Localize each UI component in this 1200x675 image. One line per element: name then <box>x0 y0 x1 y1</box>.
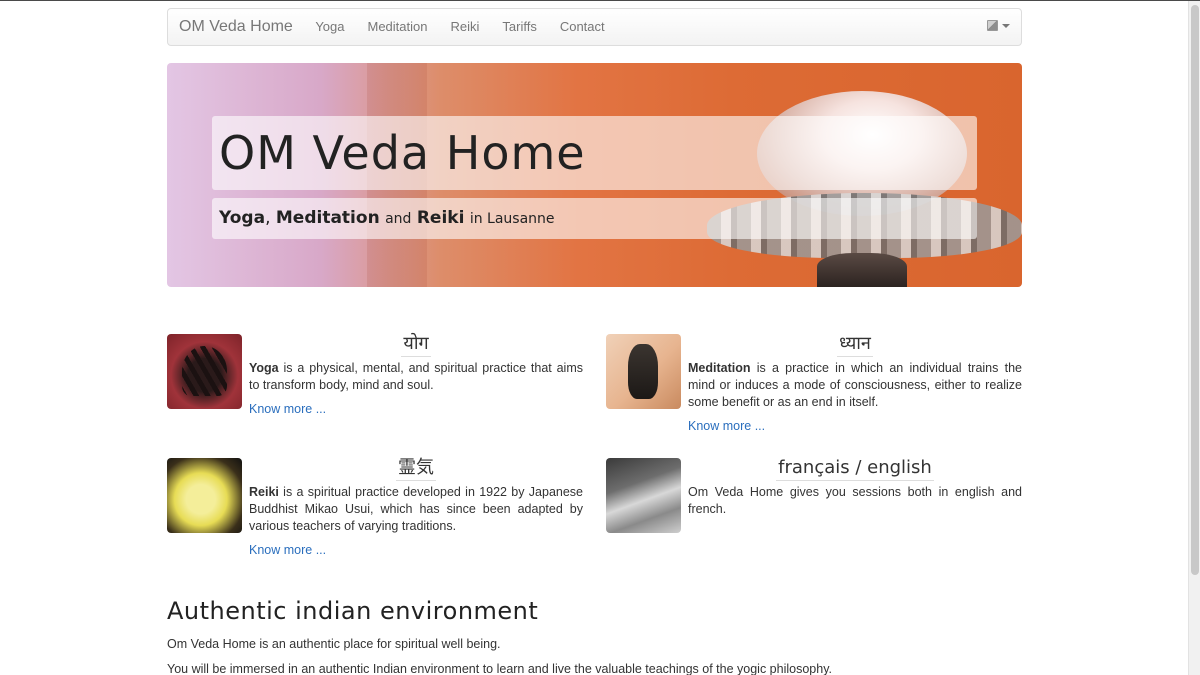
feature-yoga-heading-text: योग <box>401 334 431 357</box>
navbar: OM Veda Home Yoga Meditation Reiki Tarif… <box>167 8 1022 46</box>
feature-meditation-body: ध्यान Meditation is a practice in which … <box>688 334 1022 434</box>
nav-link-contact[interactable]: Contact <box>548 8 616 46</box>
environment-paragraph-2: You will be immersed in an authentic Ind… <box>167 662 832 675</box>
chevron-down-icon <box>1002 23 1010 28</box>
main-nav: Yoga Meditation Reiki Tariffs Contact <box>304 8 616 46</box>
hero-subtitle-comma: , <box>265 208 271 228</box>
yoga-know-more-link[interactable]: Know more ... <box>249 402 326 416</box>
languages-thumbnail-image <box>606 458 681 533</box>
meditation-know-more-link[interactable]: Know more ... <box>688 419 765 433</box>
hero-subtitle-yoga: Yoga <box>219 208 266 228</box>
feature-languages-text: Om Veda Home gives you sessions both in … <box>688 485 1022 516</box>
language-dropdown[interactable] <box>987 20 1010 31</box>
nav-item-contact: Contact <box>548 8 616 46</box>
feature-meditation-term: Meditation <box>688 361 751 375</box>
nav-link-meditation[interactable]: Meditation <box>356 8 439 46</box>
hero-subtitle-and: and <box>385 211 412 227</box>
feature-reiki-term: Reiki <box>249 485 279 499</box>
feature-meditation-text: Meditation is a practice in which an ind… <box>688 360 1022 411</box>
nav-link-tariffs[interactable]: Tariffs <box>491 8 548 46</box>
nav-item-reiki: Reiki <box>439 8 491 46</box>
hero-title: OM Veda Home <box>219 126 586 180</box>
feature-meditation-heading: ध्यान <box>688 334 1022 357</box>
feature-yoga-text: Yoga is a physical, mental, and spiritua… <box>249 360 583 394</box>
brand-link[interactable]: OM Veda Home <box>168 18 304 36</box>
reiki-thumbnail-image <box>167 458 242 533</box>
feature-meditation-heading-text: ध्यान <box>837 334 873 357</box>
feature-reiki-description: is a spiritual practice developed in 192… <box>249 485 583 533</box>
yoga-thumbnail-image <box>167 334 242 409</box>
scrollbar-thumb[interactable] <box>1191 5 1199 575</box>
hero-subtitle-meditation: Meditation <box>275 208 380 228</box>
feature-yoga-description: is a physical, mental, and spiritual pra… <box>249 361 583 392</box>
hero-subtitle: Yoga, Meditation and Reiki in Lausanne <box>212 198 977 239</box>
nav-item-meditation: Meditation <box>356 8 439 46</box>
feature-yoga-body: योग Yoga is a physical, mental, and spir… <box>249 334 583 417</box>
feature-reiki-heading-text: 霊気 <box>396 458 436 481</box>
environment-paragraph-1: Om Veda Home is an authentic place for s… <box>167 637 501 651</box>
hero-title-box: OM Veda Home <box>212 116 977 190</box>
feature-reiki-text: Reiki is a spiritual practice developed … <box>249 484 583 535</box>
flag-icon <box>987 20 998 31</box>
hero-lotus-stand-image <box>817 253 907 287</box>
meditation-thumbnail-image <box>606 334 681 409</box>
page-scrollbar[interactable] <box>1188 1 1200 675</box>
feature-languages-heading: français / english <box>688 458 1022 481</box>
nav-link-yoga[interactable]: Yoga <box>304 8 356 46</box>
feature-yoga-heading: योग <box>249 334 583 357</box>
feature-languages-heading-text: français / english <box>776 458 934 481</box>
nav-link-reiki[interactable]: Reiki <box>439 8 491 46</box>
nav-item-tariffs: Tariffs <box>491 8 548 46</box>
feature-yoga-term: Yoga <box>249 361 279 375</box>
hero-banner: OM Veda Home Yoga, Meditation and Reiki … <box>167 63 1022 287</box>
feature-reiki-body: 霊気 Reiki is a spiritual practice develop… <box>249 458 583 558</box>
environment-title: Authentic indian environment <box>167 597 539 625</box>
nav-item-yoga: Yoga <box>304 8 356 46</box>
feature-languages-body: français / english Om Veda Home gives yo… <box>688 458 1022 518</box>
hero-subtitle-location: in Lausanne <box>469 211 555 227</box>
reiki-know-more-link[interactable]: Know more ... <box>249 543 326 557</box>
feature-reiki-heading: 霊気 <box>249 458 583 481</box>
hero-subtitle-reiki: Reiki <box>416 208 465 228</box>
